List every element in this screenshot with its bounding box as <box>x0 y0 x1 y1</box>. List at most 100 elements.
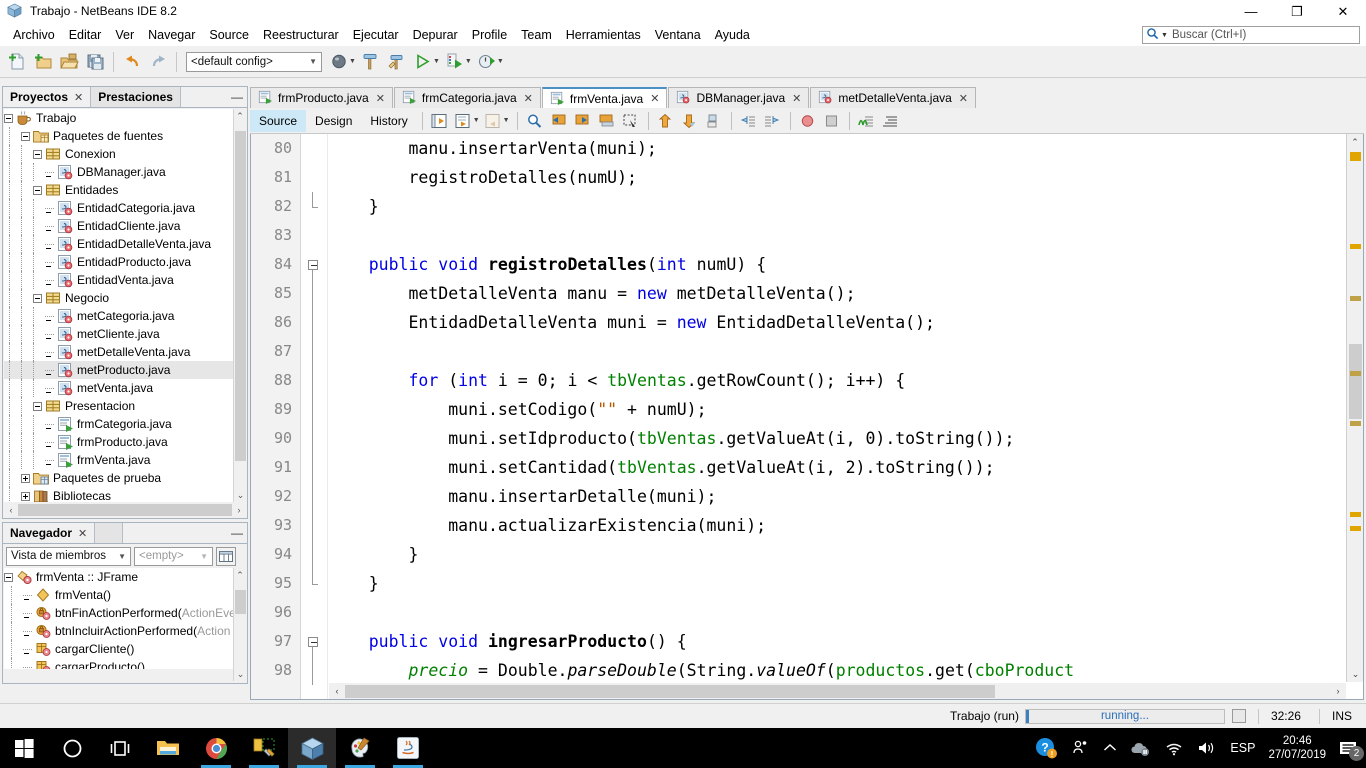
source-code-text[interactable]: manu.insertarVenta(muni); registroDetall… <box>329 134 1329 699</box>
code-line[interactable]: precio = Double.parseDouble(String.value… <box>329 656 1329 685</box>
code-line[interactable]: registroDetalles(numU); <box>329 163 1329 192</box>
close-icon[interactable]: ✕ <box>376 92 385 105</box>
code-line[interactable]: for (int i = 0; i < tbVentas.getRowCount… <box>329 366 1329 395</box>
chevron-down-icon[interactable]: ▼ <box>118 552 126 561</box>
close-icon[interactable]: ✕ <box>524 92 533 105</box>
taskbar-clock[interactable]: 20:46 27/07/2019 <box>1268 734 1326 762</box>
start-button-icon[interactable] <box>0 728 48 768</box>
last-edit-icon[interactable] <box>428 110 452 132</box>
clean-build-icon[interactable] <box>358 49 384 75</box>
project-tree-item[interactable]: metDetalleVenta.java <box>4 343 233 361</box>
next-error-icon[interactable] <box>678 110 702 132</box>
navigator-filters-button[interactable] <box>216 546 236 566</box>
project-tree-item[interactable]: Trabajo <box>4 109 233 127</box>
collapse-icon[interactable] <box>4 572 13 582</box>
project-tree-item[interactable]: DBManager.java <box>4 163 233 181</box>
find-selection-icon[interactable] <box>523 110 547 132</box>
menu-herramientas[interactable]: Herramientas <box>559 25 648 45</box>
minimize-window-button[interactable]: — <box>231 526 243 540</box>
run-project-icon[interactable] <box>410 49 436 75</box>
navigator-tree-item[interactable]: frmVenta :: JFrame <box>4 568 233 586</box>
navigator-vertical-scrollbar[interactable]: ⌃ ⌄ <box>233 568 246 681</box>
navigator-member-tree[interactable]: frmVenta :: JFrame frmVenta() btnFinAction… <box>4 568 233 669</box>
shift-right-icon[interactable] <box>761 110 785 132</box>
code-editor[interactable]: 80 81 82 83 84 85 86 87 88 89 90 91 92 93 94 95 96 97 98 m… <box>250 134 1364 700</box>
code-line[interactable]: manu.insertarDetalle(muni); <box>329 482 1329 511</box>
document-tab[interactable]: DBManager.java ✕ <box>668 87 810 108</box>
menu-reestructurar[interactable]: Reestructurar <box>256 25 346 45</box>
maximize-button[interactable]: ❐ <box>1274 0 1320 23</box>
navigator-tree-item[interactable]: cargarProducto() <box>4 658 233 669</box>
notification-center-icon[interactable]: 2 <box>1332 728 1366 768</box>
tab-source[interactable]: Source <box>250 109 307 132</box>
scrollbar-thumb[interactable] <box>235 590 246 614</box>
document-tab[interactable]: frmCategoria.java ✕ <box>393 87 541 108</box>
project-tree-item[interactable]: metProducto.java <box>4 361 233 379</box>
clean-and-build-icon[interactable] <box>384 49 410 75</box>
scrollbar-thumb[interactable] <box>1349 344 1362 419</box>
expand-icon[interactable] <box>21 491 30 501</box>
chevron-down-icon[interactable]: ▼ <box>503 117 510 124</box>
project-tree-item[interactable]: Bibliotecas <box>4 487 233 502</box>
cortana-search-icon[interactable] <box>48 728 96 768</box>
tab-proyectos[interactable]: Proyectos ✕ <box>3 87 92 107</box>
collapse-icon[interactable] <box>308 260 318 270</box>
project-tree-item[interactable]: Conexion <box>4 145 233 163</box>
annotation-mark[interactable] <box>1350 526 1361 531</box>
document-tab[interactable]: metDetalleVenta.java ✕ <box>810 87 977 108</box>
annotation-mark[interactable] <box>1350 512 1361 517</box>
tab-history[interactable]: History <box>361 110 416 132</box>
toggle-rectangular-selection-icon[interactable] <box>619 110 643 132</box>
scroll-right-icon[interactable]: › <box>232 505 246 515</box>
paint-icon[interactable] <box>336 728 384 768</box>
close-icon[interactable]: ✕ <box>650 92 659 105</box>
code-line[interactable]: muni.setCantidad(tbVentas.getValueAt(i, … <box>329 453 1329 482</box>
speaker-icon[interactable] <box>1197 740 1216 756</box>
search-input[interactable]: Buscar (Ctrl+I) <box>1172 29 1246 41</box>
scrollbar-thumb[interactable] <box>235 131 246 461</box>
close-icon[interactable]: ✕ <box>74 91 83 104</box>
menu-ayuda[interactable]: Ayuda <box>708 25 757 45</box>
project-tree-item[interactable]: EntidadCliente.java <box>4 217 233 235</box>
project-tree-item[interactable]: metCategoria.java <box>4 307 233 325</box>
project-tree-item[interactable]: Negocio <box>4 289 233 307</box>
editor-horizontal-scrollbar[interactable]: ‹ › <box>329 683 1346 699</box>
scroll-down-icon[interactable]: ⌄ <box>1347 666 1363 682</box>
code-line[interactable]: } <box>329 192 1329 221</box>
code-line[interactable]: manu.insertarVenta(muni); <box>329 134 1329 163</box>
project-tree-item[interactable]: Entidades <box>4 181 233 199</box>
sql-tools-icon[interactable] <box>240 728 288 768</box>
file-explorer-icon[interactable] <box>144 728 192 768</box>
task-view-icon[interactable] <box>96 728 144 768</box>
progress-bar[interactable]: running... <box>1024 708 1225 724</box>
project-tree-item[interactable]: metVenta.java <box>4 379 233 397</box>
close-icon[interactable]: ✕ <box>959 92 968 105</box>
chevron-down-icon[interactable]: ▼ <box>473 117 480 124</box>
expand-icon[interactable] <box>21 473 30 483</box>
people-icon[interactable] <box>1071 739 1089 757</box>
menu-depurar[interactable]: Depurar <box>406 25 465 45</box>
chevron-down-icon[interactable]: ▼ <box>309 57 317 66</box>
scroll-left-icon[interactable]: ‹ <box>4 505 18 515</box>
java-app-icon[interactable] <box>384 728 432 768</box>
annotation-mark[interactable] <box>1350 296 1361 301</box>
menu-archivo[interactable]: Archivo <box>6 25 62 45</box>
tab-prestaciones[interactable]: Prestaciones <box>91 87 181 107</box>
scrollbar-track[interactable] <box>345 684 1330 698</box>
new-file-icon[interactable] <box>4 49 30 75</box>
project-config-select[interactable]: <default config> ▼ <box>186 51 322 72</box>
build-main-project-icon[interactable] <box>326 49 352 75</box>
code-line[interactable]: public void ingresarProducto() { <box>329 627 1329 656</box>
document-tab[interactable]: frmProducto.java ✕ <box>250 87 393 108</box>
project-tree-item[interactable]: metCliente.java <box>4 325 233 343</box>
close-icon[interactable]: ✕ <box>78 527 87 540</box>
chevron-down-icon[interactable]: ▼ <box>200 552 208 561</box>
project-tree[interactable]: Trabajo Paquetes de fuentes Conexion DBMana… <box>4 109 233 502</box>
navigator-filter-select[interactable]: <empty> ▼ <box>134 546 213 566</box>
project-tree-item[interactable]: frmProducto.java <box>4 433 233 451</box>
scroll-left-icon[interactable]: ‹ <box>329 686 345 696</box>
collapse-icon[interactable] <box>308 637 318 647</box>
annotation-mark[interactable] <box>1350 244 1361 249</box>
minimize-window-button[interactable]: — <box>231 90 243 104</box>
menu-editar[interactable]: Editar <box>62 25 109 45</box>
